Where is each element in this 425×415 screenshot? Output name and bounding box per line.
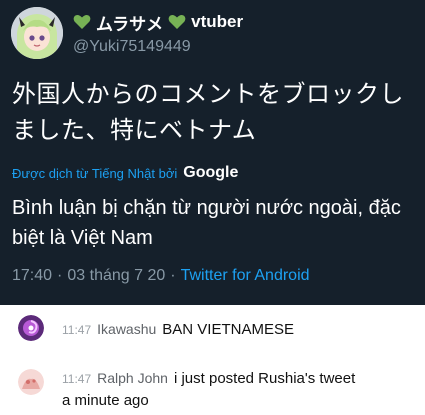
- tweet-original-text: 外国人からのコメントをブロックしました、特にベトナム: [12, 80, 404, 144]
- comment-row: 11:47 Ikawashu BAN VIETNAMESE: [62, 321, 294, 338]
- green-heart-icon: [73, 14, 91, 30]
- comment-text: i just posted Rushia's tweet: [173, 370, 356, 387]
- meta-separator: ·: [57, 267, 63, 284]
- purple-swirl-avatar-icon[interactable]: [18, 315, 44, 341]
- comment-text-continued: a minute ago: [62, 392, 149, 409]
- tweet-card: ムラサメ vtuber @Yuki75149449 外国人からのコメントをブロッ…: [0, 0, 425, 305]
- comment-row: 11:47 Ralph John i just posted Rushia's …: [62, 370, 355, 387]
- profile-avatar[interactable]: [11, 7, 63, 59]
- display-name-row[interactable]: ムラサメ vtuber: [73, 11, 244, 34]
- tweet-meta: 17:40 · 03 tháng 7 20 · Twitter for Andr…: [12, 267, 310, 285]
- tweet-source[interactable]: Twitter for Android: [181, 267, 310, 285]
- comment-time: 11:47: [62, 372, 92, 386]
- green-heart-icon: [168, 14, 186, 30]
- translation-attribution[interactable]: Được dịch từ Tiếng Nhật bởi Google: [12, 164, 238, 182]
- meta-separator: ·: [170, 267, 176, 284]
- google-brand: Google: [183, 164, 239, 181]
- tweet-date[interactable]: 03 tháng 7 20: [67, 267, 165, 285]
- display-name: ムラサメ: [96, 14, 164, 34]
- user-handle[interactable]: @Yuki75149449: [73, 38, 191, 56]
- comment-section: 11:47 Ikawashu BAN VIETNAMESE 11:47 Ralp…: [0, 305, 425, 415]
- comment-username[interactable]: Ikawashu: [97, 321, 156, 337]
- comment-username[interactable]: Ralph John: [97, 370, 168, 386]
- pink-illustration-avatar-icon[interactable]: [18, 369, 44, 395]
- comment-time: 11:47: [62, 323, 92, 337]
- display-name-suffix: vtuber: [191, 12, 244, 31]
- tweet-translated-text: Bình luận bị chặn từ người nước ngoài, đ…: [12, 197, 401, 249]
- comment-text: BAN VIETNAMESE: [162, 321, 294, 338]
- translated-by-label: Được dịch từ Tiếng Nhật bởi: [12, 165, 178, 181]
- tweet-time: 17:40: [12, 267, 53, 284]
